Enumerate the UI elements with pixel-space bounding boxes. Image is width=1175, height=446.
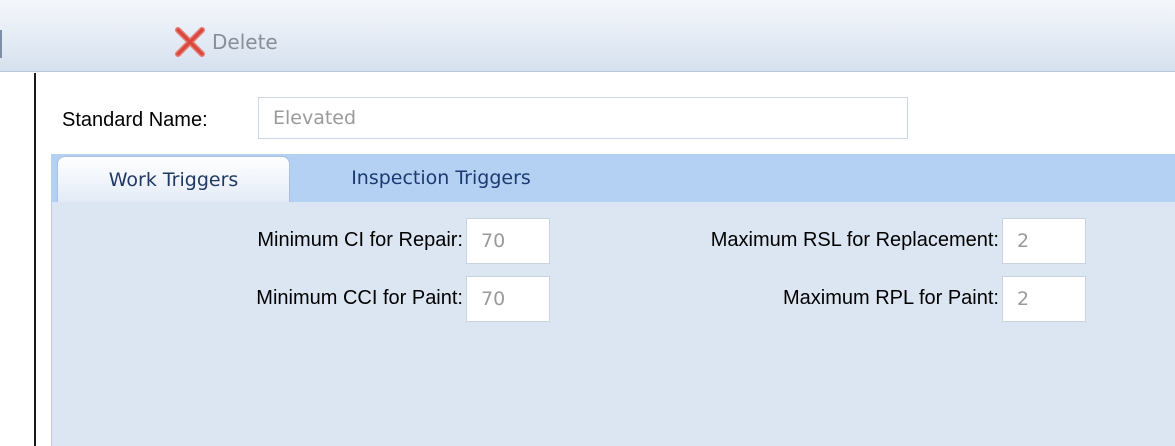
left-frame-border xyxy=(0,73,36,446)
work-triggers-panel: Minimum CI for Repair: Minimum CCI for P… xyxy=(51,202,1175,446)
max-rpl-paint-input[interactable] xyxy=(1002,276,1086,322)
standard-editor-window: Delete Standard Name: Work Triggers Insp… xyxy=(0,0,1175,446)
standard-form: Standard Name: Work Triggers Inspection … xyxy=(38,73,1175,446)
max-rsl-replacement-input[interactable] xyxy=(1002,218,1086,264)
min-ci-repair-label: Minimum CI for Repair: xyxy=(257,229,463,251)
min-cci-paint-label: Minimum CCI for Paint: xyxy=(256,287,463,309)
tab-work-triggers[interactable]: Work Triggers xyxy=(57,156,290,203)
delete-label: Delete xyxy=(212,30,278,54)
tab-inspection-triggers[interactable]: Inspection Triggers xyxy=(311,154,571,202)
tab-strip: Work Triggers Inspection Triggers xyxy=(51,154,1175,203)
standard-name-label: Standard Name: xyxy=(62,109,208,131)
max-rsl-replacement-label: Maximum RSL for Replacement: xyxy=(710,229,999,251)
delete-button[interactable]: Delete xyxy=(170,22,278,62)
toolbar-separator xyxy=(0,30,2,58)
min-cci-paint-input[interactable] xyxy=(466,276,550,322)
close-x-icon xyxy=(170,25,210,59)
min-ci-repair-input[interactable] xyxy=(466,218,550,264)
standard-name-input[interactable] xyxy=(258,97,908,139)
max-rpl-paint-label: Maximum RPL for Paint: xyxy=(783,287,999,309)
toolbar: Delete xyxy=(0,0,1175,72)
